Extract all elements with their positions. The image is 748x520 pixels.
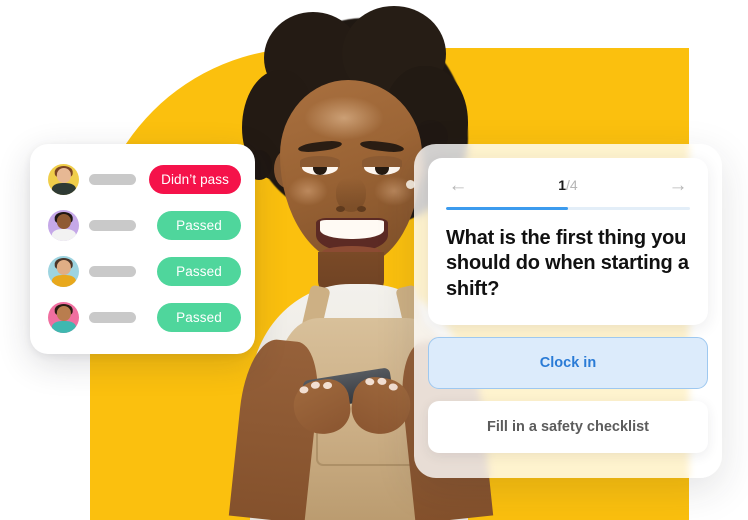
table-row[interactable]: Passed: [30, 294, 255, 340]
avatar-body: [51, 229, 76, 241]
question-counter: 1/4: [558, 177, 577, 193]
answer-option-safety-checklist[interactable]: Fill in a safety checklist: [428, 401, 708, 453]
question-text: What is the first thing you should do wh…: [446, 227, 689, 300]
avatar: [48, 209, 79, 241]
question-counter-total: /4: [566, 177, 578, 193]
status-badge: Passed: [157, 210, 241, 240]
fingernail: [376, 377, 387, 386]
status-badge: Didn’t pass: [149, 164, 241, 194]
name-placeholder-bar: [89, 219, 136, 231]
avatar-head: [56, 214, 71, 229]
avatar-head: [56, 168, 71, 183]
fingernail: [310, 381, 321, 390]
fingernail: [298, 385, 309, 394]
avatar-head: [56, 306, 71, 321]
status-badge: Passed: [157, 256, 241, 286]
fingernail: [388, 382, 399, 392]
avatar: [48, 163, 79, 195]
avatar-body: [51, 275, 76, 287]
table-row[interactable]: Passed: [30, 202, 255, 248]
avatar: [48, 255, 79, 287]
avatar-body: [51, 183, 76, 195]
eyelid-right: [362, 156, 402, 167]
table-row[interactable]: Didn’t pass: [30, 156, 255, 202]
answer-option-clock-in[interactable]: Clock in: [428, 337, 708, 389]
quiz-navigation: ← 1/4 →: [446, 174, 690, 196]
quiz-panel: ← 1/4 → What is the first thing you shou…: [414, 144, 722, 478]
avatar-head: [56, 260, 71, 275]
status-badge: Passed: [157, 302, 241, 332]
arrow-right-icon[interactable]: →: [666, 176, 690, 195]
cheek-left: [288, 176, 328, 206]
question-counter-current: 1: [558, 177, 567, 193]
forehead-highlight: [304, 96, 384, 140]
name-placeholder-bar: [89, 311, 136, 323]
question-card: ← 1/4 → What is the first thing you shou…: [428, 158, 708, 325]
name-placeholder-bar: [89, 265, 136, 277]
teeth: [320, 220, 384, 239]
nostril-right: [357, 206, 366, 212]
training-results-card: Didn’t pass Passed Passed Passed: [30, 144, 255, 354]
name-placeholder-bar: [89, 173, 136, 185]
fingernail: [364, 377, 375, 386]
table-row[interactable]: Passed: [30, 248, 255, 294]
avatar: [48, 301, 79, 333]
promo-illustration-stage: Didn’t pass Passed Passed Passed ← 1/4 →…: [0, 0, 748, 520]
fingernail: [322, 381, 333, 390]
nostril-left: [336, 206, 345, 212]
quiz-progress-fill: [446, 207, 568, 210]
avatar-body: [51, 321, 76, 333]
quiz-progress-bar: [446, 207, 690, 210]
arrow-left-icon[interactable]: ←: [446, 176, 470, 195]
eyelid-left: [300, 156, 340, 167]
